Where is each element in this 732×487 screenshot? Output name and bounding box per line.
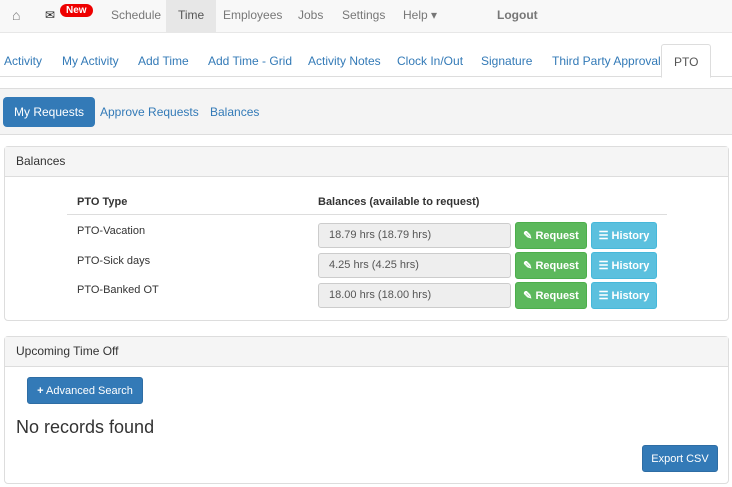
upcoming-panel: Upcoming Time Off + Advanced Search No r… [4, 336, 729, 484]
nav-logout[interactable]: Logout [497, 0, 538, 33]
home-icon[interactable]: ⌂ [12, 0, 20, 33]
divider [67, 214, 667, 215]
nav-settings[interactable]: Settings [342, 0, 385, 33]
history-button[interactable]: ☰ History [591, 252, 657, 279]
tab-activity[interactable]: Activity [4, 44, 42, 77]
time-tabs: Activity My Activity Add Time Add Time -… [0, 44, 732, 78]
pto-type: PTO-Vacation [77, 225, 146, 237]
col-pto-type: PTO Type [77, 196, 128, 208]
pto-type: PTO-Sick days [77, 255, 151, 267]
request-label: Request [535, 230, 579, 242]
advanced-search-button[interactable]: + Advanced Search [27, 377, 143, 404]
request-button[interactable]: ✎ Request [515, 222, 587, 249]
history-label: History [611, 260, 650, 272]
pto-subnav: My Requests Approve Requests Balances [0, 88, 732, 135]
tab-add-time-grid[interactable]: Add Time - Grid [208, 44, 292, 77]
history-button[interactable]: ☰ History [591, 222, 657, 249]
pto-type: PTO-Banked OT [77, 284, 159, 296]
request-label: Request [535, 290, 579, 302]
subtab-my-requests[interactable]: My Requests [3, 97, 96, 127]
advanced-search-label: Advanced Search [46, 385, 133, 397]
balances-title: Balances [5, 147, 728, 177]
subtab-balances[interactable]: Balances [210, 97, 259, 127]
request-button[interactable]: ✎ Request [515, 282, 587, 309]
upcoming-title: Upcoming Time Off [5, 337, 728, 367]
tab-add-time[interactable]: Add Time [138, 44, 189, 77]
tab-my-activity[interactable]: My Activity [62, 44, 119, 77]
history-button[interactable]: ☰ History [591, 282, 657, 309]
nav-time[interactable]: Time [166, 0, 217, 33]
tab-signature[interactable]: Signature [481, 44, 532, 77]
tab-third-party-approval[interactable]: Third Party Approval [552, 44, 661, 77]
new-badge: New [60, 4, 93, 17]
nav-help[interactable]: Help ▾ [403, 0, 437, 33]
col-balances: Balances (available to request) [318, 196, 480, 208]
tab-clock-in-out[interactable]: Clock In/Out [397, 44, 463, 77]
nav-employees[interactable]: Employees [223, 0, 282, 33]
no-records-text: No records found [16, 417, 155, 437]
subtab-approve-requests[interactable]: Approve Requests [100, 97, 199, 127]
top-navbar: ⌂ ✉ New Schedule Time Employees Jobs Set… [0, 0, 732, 33]
nav-schedule[interactable]: Schedule [111, 0, 161, 33]
tab-activity-notes[interactable]: Activity Notes [308, 44, 381, 77]
mail-icon[interactable]: ✉ [45, 0, 55, 33]
balance-field: 4.25 hrs (4.25 hrs) [318, 253, 511, 278]
request-label: Request [535, 260, 579, 272]
balance-field: 18.00 hrs (18.00 hrs) [318, 283, 511, 308]
request-button[interactable]: ✎ Request [515, 252, 587, 279]
balance-field: 18.79 hrs (18.79 hrs) [318, 223, 511, 248]
export-csv-button[interactable]: Export CSV [642, 445, 718, 472]
balances-panel: Balances PTO Type Balances (available to… [4, 146, 729, 321]
history-label: History [611, 230, 650, 242]
nav-jobs[interactable]: Jobs [298, 0, 323, 33]
tab-pto[interactable]: PTO [661, 44, 712, 78]
history-label: History [611, 290, 650, 302]
